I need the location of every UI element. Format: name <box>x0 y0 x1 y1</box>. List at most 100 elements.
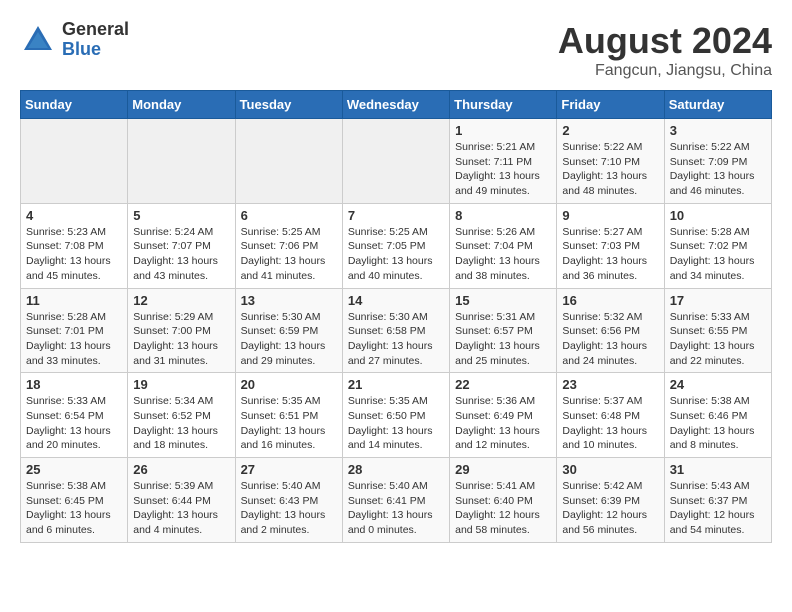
day-number: 27 <box>241 462 337 477</box>
day-info: Sunrise: 5:27 AMSunset: 7:03 PMDaylight:… <box>562 225 658 284</box>
calendar-cell: 11 Sunrise: 5:28 AMSunset: 7:01 PMDayligh… <box>21 288 128 373</box>
calendar-cell: 6Sunrise: 5:25 AMSunset: 7:06 PMDaylight… <box>235 203 342 288</box>
calendar-cell: 4 Sunrise: 5:23 AMSunset: 7:08 PMDaylight… <box>21 203 128 288</box>
logo-blue: Blue <box>62 39 101 59</box>
calendar-week-3: 18Sunrise: 5:33 AMSunset: 6:54 PMDayligh… <box>21 373 772 458</box>
calendar-header: SundayMondayTuesdayWednesdayThursdayFrid… <box>21 91 772 119</box>
day-info: Sunrise: 5:28 AMSunset: 7:01 PMDaylight:… <box>26 310 122 369</box>
day-number: 16 <box>562 293 658 308</box>
day-number: 31 <box>670 462 766 477</box>
day-number: 6 <box>241 208 337 223</box>
day-info: Sunrise: 5:37 AMSunset: 6:48 PMDaylight:… <box>562 394 658 453</box>
day-info: Sunrise: 5:32 AMSunset: 6:56 PMDaylight:… <box>562 310 658 369</box>
day-info: Sunrise: 5:25 AMSunset: 7:05 PMDaylight:… <box>348 225 444 284</box>
day-info: Sunrise: 5:23 AMSunset: 7:08 PMDaylight:… <box>26 225 122 284</box>
day-info: Sunrise: 5:21 AMSunset: 7:11 PMDaylight:… <box>455 140 551 199</box>
day-info: Sunrise: 5:22 AMSunset: 7:09 PMDaylight:… <box>670 140 766 199</box>
weekday-header-tuesday: Tuesday <box>235 91 342 119</box>
day-number: 10 <box>670 208 766 223</box>
calendar-cell: 31 Sunrise: 5:43 AMSunset: 6:37 PMDayligh… <box>664 458 771 543</box>
calendar-cell: 24 Sunrise: 5:38 AMSunset: 6:46 PMDayligh… <box>664 373 771 458</box>
title-block: August 2024 Fangcun, Jiangsu, China <box>558 20 772 80</box>
calendar-cell: 5Sunrise: 5:24 AMSunset: 7:07 PMDaylight… <box>128 203 235 288</box>
day-number: 26 <box>133 462 229 477</box>
day-number: 9 <box>562 208 658 223</box>
calendar-cell: 20 Sunrise: 5:35 AMSunset: 6:51 PMDayligh… <box>235 373 342 458</box>
calendar-table: SundayMondayTuesdayWednesdayThursdayFrid… <box>20 90 772 543</box>
day-number: 4 <box>26 208 122 223</box>
calendar-cell: 1 Sunrise: 5:21 AMSunset: 7:11 PMDaylight… <box>450 119 557 204</box>
calendar-week-0: 1 Sunrise: 5:21 AMSunset: 7:11 PMDaylight… <box>21 119 772 204</box>
day-info: Sunrise: 5:36 AMSunset: 6:49 PMDaylight:… <box>455 394 551 453</box>
calendar-cell: 22 Sunrise: 5:36 AMSunset: 6:49 PMDayligh… <box>450 373 557 458</box>
day-info: Sunrise: 5:22 AMSunset: 7:10 PMDaylight:… <box>562 140 658 199</box>
calendar-cell: 15Sunrise: 5:31 AMSunset: 6:57 PMDayligh… <box>450 288 557 373</box>
day-number: 7 <box>348 208 444 223</box>
day-info: Sunrise: 5:29 AMSunset: 7:00 PMDaylight:… <box>133 310 229 369</box>
day-info: Sunrise: 5:24 AMSunset: 7:07 PMDaylight:… <box>133 225 229 284</box>
calendar-cell: 9 Sunrise: 5:27 AMSunset: 7:03 PMDaylight… <box>557 203 664 288</box>
day-number: 24 <box>670 377 766 392</box>
calendar-week-2: 11 Sunrise: 5:28 AMSunset: 7:01 PMDayligh… <box>21 288 772 373</box>
day-number: 20 <box>241 377 337 392</box>
calendar-cell <box>342 119 449 204</box>
day-number: 2 <box>562 123 658 138</box>
weekday-header-friday: Friday <box>557 91 664 119</box>
calendar-cell: 17Sunrise: 5:33 AMSunset: 6:55 PMDayligh… <box>664 288 771 373</box>
calendar-week-1: 4 Sunrise: 5:23 AMSunset: 7:08 PMDaylight… <box>21 203 772 288</box>
weekday-header-row: SundayMondayTuesdayWednesdayThursdayFrid… <box>21 91 772 119</box>
weekday-header-sunday: Sunday <box>21 91 128 119</box>
day-info: Sunrise: 5:26 AMSunset: 7:04 PMDaylight:… <box>455 225 551 284</box>
calendar-cell: 29 Sunrise: 5:41 AMSunset: 6:40 PMDayligh… <box>450 458 557 543</box>
day-info: Sunrise: 5:30 AMSunset: 6:59 PMDaylight:… <box>241 310 337 369</box>
logo-icon <box>20 22 56 58</box>
logo-general: General <box>62 19 129 39</box>
day-number: 19 <box>133 377 229 392</box>
day-info: Sunrise: 5:30 AMSunset: 6:58 PMDaylight:… <box>348 310 444 369</box>
calendar-cell: 3 Sunrise: 5:22 AMSunset: 7:09 PMDaylight… <box>664 119 771 204</box>
day-number: 13 <box>241 293 337 308</box>
day-number: 1 <box>455 123 551 138</box>
page-header: General Blue August 2024 Fangcun, Jiangs… <box>20 20 772 80</box>
calendar-cell <box>21 119 128 204</box>
day-info: Sunrise: 5:34 AMSunset: 6:52 PMDaylight:… <box>133 394 229 453</box>
calendar-cell: 18Sunrise: 5:33 AMSunset: 6:54 PMDayligh… <box>21 373 128 458</box>
calendar-cell: 14Sunrise: 5:30 AMSunset: 6:58 PMDayligh… <box>342 288 449 373</box>
weekday-header-saturday: Saturday <box>664 91 771 119</box>
day-number: 12 <box>133 293 229 308</box>
day-info: Sunrise: 5:28 AMSunset: 7:02 PMDaylight:… <box>670 225 766 284</box>
calendar-cell: 26 Sunrise: 5:39 AMSunset: 6:44 PMDayligh… <box>128 458 235 543</box>
weekday-header-monday: Monday <box>128 91 235 119</box>
calendar-week-4: 25Sunrise: 5:38 AMSunset: 6:45 PMDayligh… <box>21 458 772 543</box>
weekday-header-thursday: Thursday <box>450 91 557 119</box>
calendar-cell: 13 Sunrise: 5:30 AMSunset: 6:59 PMDayligh… <box>235 288 342 373</box>
weekday-header-wednesday: Wednesday <box>342 91 449 119</box>
logo: General Blue <box>20 20 129 60</box>
day-info: Sunrise: 5:38 AMSunset: 6:46 PMDaylight:… <box>670 394 766 453</box>
calendar-cell: 23Sunrise: 5:37 AMSunset: 6:48 PMDayligh… <box>557 373 664 458</box>
calendar-cell: 30Sunrise: 5:42 AMSunset: 6:39 PMDayligh… <box>557 458 664 543</box>
day-number: 29 <box>455 462 551 477</box>
day-info: Sunrise: 5:43 AMSunset: 6:37 PMDaylight:… <box>670 479 766 538</box>
day-number: 18 <box>26 377 122 392</box>
day-info: Sunrise: 5:39 AMSunset: 6:44 PMDaylight:… <box>133 479 229 538</box>
day-number: 11 <box>26 293 122 308</box>
calendar-cell: 12 Sunrise: 5:29 AMSunset: 7:00 PMDayligh… <box>128 288 235 373</box>
day-number: 3 <box>670 123 766 138</box>
calendar-body: 1 Sunrise: 5:21 AMSunset: 7:11 PMDaylight… <box>21 119 772 543</box>
day-number: 28 <box>348 462 444 477</box>
day-info: Sunrise: 5:40 AMSunset: 6:41 PMDaylight:… <box>348 479 444 538</box>
calendar-cell: 8 Sunrise: 5:26 AMSunset: 7:04 PMDaylight… <box>450 203 557 288</box>
logo-text: General Blue <box>62 20 129 60</box>
day-number: 8 <box>455 208 551 223</box>
calendar-cell <box>235 119 342 204</box>
day-info: Sunrise: 5:33 AMSunset: 6:55 PMDaylight:… <box>670 310 766 369</box>
day-info: Sunrise: 5:35 AMSunset: 6:51 PMDaylight:… <box>241 394 337 453</box>
day-number: 25 <box>26 462 122 477</box>
calendar-cell: 21Sunrise: 5:35 AMSunset: 6:50 PMDayligh… <box>342 373 449 458</box>
day-number: 30 <box>562 462 658 477</box>
calendar-cell: 10 Sunrise: 5:28 AMSunset: 7:02 PMDayligh… <box>664 203 771 288</box>
calendar-cell: 7 Sunrise: 5:25 AMSunset: 7:05 PMDaylight… <box>342 203 449 288</box>
day-number: 22 <box>455 377 551 392</box>
day-info: Sunrise: 5:41 AMSunset: 6:40 PMDaylight:… <box>455 479 551 538</box>
